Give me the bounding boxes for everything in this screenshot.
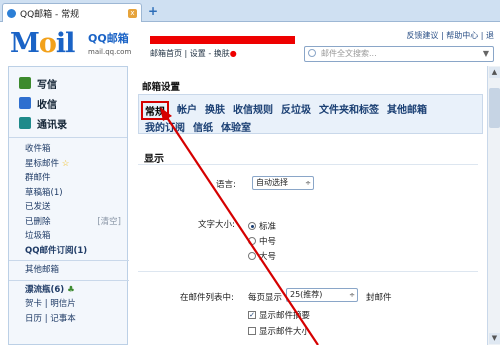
per-page-select[interactable]: 25(推荐) ÷ — [286, 288, 358, 302]
browser-tab-bar: QQ邮箱 - 常规 x + — [0, 0, 500, 22]
logo-subtitle: QQ邮箱 mail.qq.com — [88, 32, 132, 56]
tools-row: 日历 | 记事本 — [25, 313, 76, 324]
chevron-down-icon: ÷ — [305, 179, 311, 187]
redacted-username-bar — [150, 36, 295, 44]
mail-header: Moil QQ邮箱 mail.qq.com 邮箱首页 | 设置 - 换肤● 反馈… — [0, 22, 500, 66]
receive-button[interactable]: 收信 — [19, 93, 127, 113]
browser-tab-title: QQ邮箱 - 常规 — [20, 9, 80, 20]
folder-inbox[interactable]: 收件箱 — [25, 142, 127, 157]
mail-search-input[interactable]: 邮件全文搜索... ▼ — [304, 46, 494, 62]
folder-list: 收件箱 星标邮件 ☆ 群邮件 草稿箱(1) 已发送 已删除 [清空] 垃圾箱 Q… — [9, 138, 129, 326]
language-label: 语言: — [216, 180, 236, 190]
inbox-icon — [19, 97, 31, 109]
nav-settings[interactable]: 设置 — [190, 49, 206, 58]
page-title: 邮箱设置 — [142, 82, 181, 93]
show-size-checkbox[interactable]: 显示邮件大小 — [248, 325, 310, 337]
show-summary-checkbox[interactable]: ✓ 显示邮件摘要 — [248, 309, 310, 321]
settings-panel: 邮箱设置 常规 帐户 换肤 收信规则 反垃圾 文件夹和标签 其他邮箱 我的订阅 … — [134, 66, 486, 345]
tab-lab[interactable]: 体验室 — [221, 119, 251, 134]
folder-spam[interactable]: 垃圾箱 — [25, 229, 127, 244]
mail-list-label: 在邮件列表中: — [180, 293, 234, 303]
help-center-link[interactable]: 帮助中心 — [446, 31, 478, 40]
tab-rules[interactable]: 收信规则 — [233, 101, 273, 120]
language-select[interactable]: 自动选择 ÷ — [252, 176, 314, 190]
nav-mail-home[interactable]: 邮箱首页 — [150, 49, 182, 58]
folder-deleted[interactable]: 已删除 [清空] — [25, 215, 127, 230]
scroll-down-icon[interactable]: ▼ — [489, 333, 500, 344]
star-icon: ☆ — [61, 158, 70, 169]
tab-subscriptions[interactable]: 我的订阅 — [145, 119, 185, 134]
search-dropdown-icon[interactable]: ▼ — [483, 47, 489, 61]
vertical-scrollbar[interactable]: ▲ ▼ — [487, 66, 500, 345]
drift-bottle[interactable]: 漂流瓶(6) ♣ — [25, 283, 127, 298]
section-display-title: 显示 — [144, 154, 164, 165]
feedback-link[interactable]: 反馈建议 — [406, 31, 438, 40]
tab-antispam[interactable]: 反垃圾 — [281, 101, 311, 120]
radio-icon — [248, 237, 256, 245]
font-size-label: 文字大小: — [198, 220, 235, 230]
chevron-down-icon: ÷ — [349, 291, 355, 299]
section-divider — [138, 271, 478, 272]
empty-trash-link[interactable]: [清空] — [97, 215, 121, 230]
radio-selected-icon — [248, 222, 256, 230]
scroll-thumb[interactable] — [489, 88, 500, 128]
nav-skin[interactable]: 换肤 — [214, 49, 230, 58]
new-tab-button[interactable]: + — [148, 5, 160, 17]
tab-stationery[interactable]: 信纸 — [193, 119, 213, 134]
write-icon — [19, 77, 31, 89]
tab-accounts[interactable]: 帐户 — [177, 101, 197, 120]
section-divider — [138, 164, 478, 165]
radio-icon — [248, 252, 256, 260]
search-icon — [308, 49, 316, 57]
tab-general[interactable]: 常规 — [141, 101, 169, 120]
folder-group-mail[interactable]: 群邮件 — [25, 171, 127, 186]
contacts-icon — [19, 117, 31, 129]
checkbox-checked-icon: ✓ — [248, 311, 256, 319]
notepad-link[interactable]: 记事本 — [50, 314, 76, 324]
folder-other-mailboxes[interactable]: 其他邮箱 — [25, 263, 127, 278]
cards-row: 贺卡 | 明信片 — [25, 299, 76, 309]
top-nav: 邮箱首页 | 设置 - 换肤● — [150, 49, 237, 58]
compose-button[interactable]: 写信 — [19, 73, 127, 93]
notification-dot-icon: ● — [229, 49, 237, 58]
per-page-suffix: 封邮件 — [366, 293, 392, 303]
font-size-standard-radio[interactable]: 标准 — [248, 220, 276, 232]
sidebar-divider — [9, 279, 129, 281]
close-tab-icon[interactable]: x — [128, 8, 137, 18]
sidebar-actions: 写信 收信 通讯录 — [9, 67, 127, 138]
folder-drafts[interactable]: 草稿箱(1) — [25, 186, 127, 201]
qq-mail-favicon-icon — [7, 8, 16, 18]
settings-tabs: 常规 帐户 换肤 收信规则 反垃圾 文件夹和标签 其他邮箱 我的订阅 信纸 体验… — [138, 94, 483, 134]
tab-row-1: 常规 帐户 换肤 收信规则 反垃圾 文件夹和标签 其他邮箱 — [139, 101, 427, 120]
folder-starred[interactable]: 星标邮件 ☆ — [25, 157, 127, 172]
sidebar: 写信 收信 通讯录 收件箱 星标邮件 ☆ 群邮件 草稿箱(1) 已发送 已删除 … — [8, 66, 129, 345]
tab-skin[interactable]: 换肤 — [205, 101, 225, 120]
checkbox-icon — [248, 327, 256, 335]
logout-link[interactable]: 退 — [486, 31, 494, 40]
calendar-link[interactable]: 日历 — [25, 314, 42, 324]
folder-sent[interactable]: 已发送 — [25, 200, 127, 215]
tab-other-mailboxes[interactable]: 其他邮箱 — [387, 101, 427, 120]
top-links: 反馈建议 | 帮助中心 | 退 — [406, 31, 494, 40]
greeting-card-link[interactable]: 贺卡 — [25, 299, 42, 309]
per-page-prefix: 每页显示 — [248, 293, 283, 303]
tab-folders-labels[interactable]: 文件夹和标签 — [319, 101, 379, 120]
sidebar-divider — [9, 260, 129, 261]
bottle-icon: ♣ — [67, 284, 75, 295]
contacts-button[interactable]: 通讯录 — [19, 113, 127, 133]
mail-logo[interactable]: Moil — [10, 28, 85, 60]
browser-tab[interactable]: QQ邮箱 - 常规 x — [2, 3, 142, 22]
font-size-large-radio[interactable]: 大号 — [248, 250, 276, 262]
folder-subscriptions[interactable]: QQ邮件订阅(1) — [25, 244, 127, 259]
font-size-medium-radio[interactable]: 中号 — [248, 235, 276, 247]
scroll-up-icon[interactable]: ▲ — [489, 67, 500, 78]
postcard-link[interactable]: 明信片 — [50, 299, 76, 309]
tab-row-2: 我的订阅 信纸 体验室 — [139, 119, 251, 134]
